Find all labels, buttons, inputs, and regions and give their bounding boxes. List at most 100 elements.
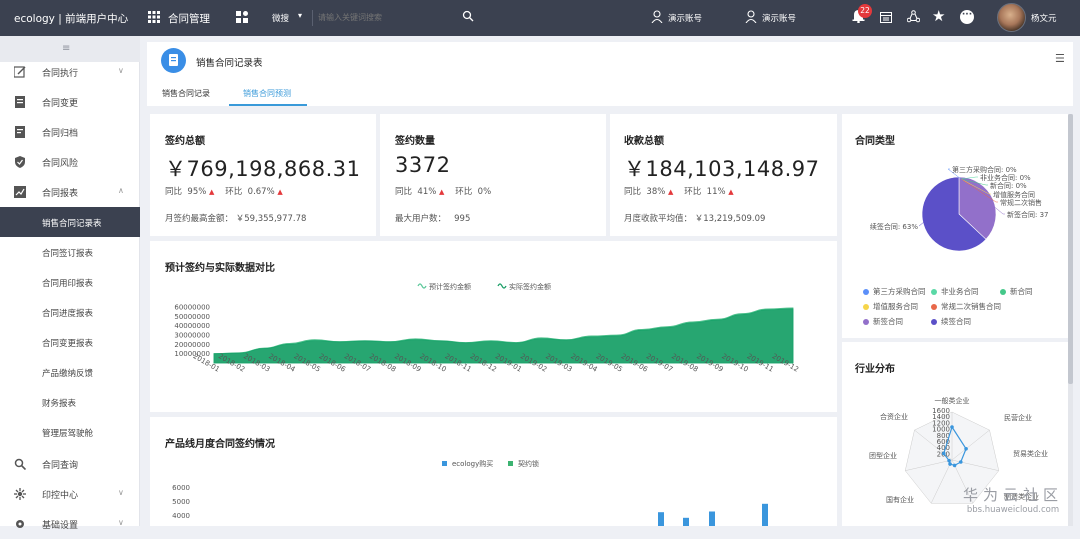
chart-icon (14, 186, 26, 198)
sidebar-subitem-label: 合同变更报表 (42, 339, 94, 349)
legend-label: 续签合同 (941, 317, 971, 326)
sidebar-subitem-label: 合同进度报表 (42, 309, 94, 319)
main-content: 销售合同记录表 ☰ 销售合同记录 销售合同预测 签约总额 ￥769,198,86… (147, 42, 1073, 526)
kpi-footer-label: 月度收款平均值： (624, 214, 693, 224)
username[interactable]: 杨文元 (1031, 12, 1057, 24)
sidebar-subitem-seal-report[interactable]: 合同用印报表 (0, 267, 140, 297)
kpi-trend: 同比 95% ▲ 环比 0.67% ▲ (165, 185, 283, 197)
sidebar-subitem-progress-report[interactable]: 合同进度报表 (0, 297, 140, 327)
user-icon[interactable] (651, 10, 663, 26)
sidebar-subitem-change-report[interactable]: 合同变更报表 (0, 327, 140, 357)
yoy-label: 同比 (165, 187, 183, 197)
legend-item[interactable]: 续签合同 (931, 316, 971, 327)
kpi-trend: 同比 38% ▲ 环比 11% ▲ (624, 185, 734, 197)
watermark-url: bbs.huaweicloud.com (966, 505, 1060, 515)
calendar-icon[interactable] (880, 11, 892, 26)
menu-toggle-icon[interactable]: ≡ (62, 43, 70, 54)
legend-dot-icon (863, 304, 869, 310)
kpi-value: 3372 (395, 153, 451, 177)
bar (709, 511, 715, 526)
mom-value: 11% (706, 187, 726, 197)
search-input[interactable] (318, 9, 458, 25)
sidebar-subitem-product-feedback[interactable]: 产品缴纳反馈 (0, 357, 140, 387)
y-tick-label: 50000000 (174, 313, 210, 321)
sidebar-subitem-management-cockpit[interactable]: 管理层驾驶舱 (0, 417, 140, 447)
legend-label: 新签合同 (873, 317, 903, 326)
legend-item[interactable]: 增值服务合同 (863, 301, 918, 312)
radar-point (947, 458, 951, 463)
chevron-down-icon[interactable]: ▾ (298, 11, 302, 20)
trend-up-icon: ▲ (728, 188, 734, 196)
sidebar-subitem-finance-report[interactable]: 财务报表 (0, 387, 140, 417)
sidebar-subitem-label: 合同签订报表 (42, 249, 94, 259)
avatar[interactable] (997, 3, 1026, 32)
user-icon[interactable] (745, 10, 757, 26)
tab-sales-forecast[interactable]: 销售合同预测 (243, 88, 291, 99)
y-tick-label: 6000 (172, 484, 190, 492)
kpi-card-sign-amount: 签约总额 ￥769,198,868.31 同比 95% ▲ 环比 0.67% ▲… (150, 114, 376, 236)
sidebar-item-contract-query[interactable]: 合同查询 (0, 449, 140, 479)
sidebar-subitem-sales-record[interactable]: 销售合同记录表 (0, 207, 140, 237)
sidebar-item-contract-change[interactable]: 合同变更 (0, 87, 140, 117)
yoy-label: 同比 (624, 187, 642, 197)
sidebar: ≡ 合同执行 ∨ 合同变更 合同归档 合同风险 合同报表 ∧ 销售合同记录表 合… (0, 36, 140, 531)
app-switch-icon[interactable] (236, 11, 248, 26)
brand-title[interactable]: ecology | 前端用户中心 (14, 11, 128, 26)
trend-up-icon: ▲ (439, 188, 445, 196)
radar-indicator-label: 民营企业 (1004, 413, 1032, 422)
kpi-footer-label: 最大用户数： (395, 214, 447, 224)
sidebar-item-label: 合同变更 (42, 99, 79, 109)
star-icon[interactable]: ★ (932, 7, 945, 25)
module-title[interactable]: 合同管理 (168, 11, 210, 26)
search-scope-select[interactable]: 微搜 (272, 12, 289, 24)
page-icon (161, 48, 186, 73)
kpi-title: 签约总额 (165, 136, 205, 147)
kpi-value: ￥769,198,868.31 (165, 157, 361, 181)
scrollbar-thumb[interactable] (1068, 114, 1073, 384)
y-tick-label: 40000000 (174, 322, 210, 330)
sidebar-item-contract-execution[interactable]: 合同执行 ∨ (0, 57, 140, 87)
sidebar-item-label: 合同归档 (42, 129, 79, 139)
sidebar-subitem-label: 管理层驾驶舱 (42, 429, 94, 439)
legend-dot-icon (863, 319, 869, 325)
sidebar-subitem-label: 销售合同记录表 (42, 219, 102, 229)
legend-item[interactable]: 第三方采购合同 (863, 286, 926, 297)
chevron-down-icon: ∨ (118, 66, 124, 75)
search-icon[interactable] (462, 10, 474, 25)
kpi-footer-label: 月签约最高金额： (165, 214, 234, 224)
sidebar-item-contract-risk[interactable]: 合同风险 (0, 147, 140, 177)
kpi-card-payment-amount: 收款总额 ￥184,103,148.97 同比 38% ▲ 环比 11% ▲ 月… (610, 114, 837, 236)
sidebar-item-contract-archive[interactable]: 合同归档 (0, 117, 140, 147)
legend-item[interactable]: 非业务合同 (931, 286, 979, 297)
sidebar-subitem-signing-report[interactable]: 合同签订报表 (0, 237, 140, 267)
share-icon[interactable] (906, 10, 921, 26)
sidebar-item-seal-center[interactable]: 印控中心 ∨ (0, 479, 140, 509)
pie-label: 增值服务合同 (993, 190, 1035, 199)
yoy-value: 95% (187, 187, 207, 197)
sidebar-item-contract-reports[interactable]: 合同报表 ∧ (0, 177, 140, 207)
scrollbar[interactable] (1068, 114, 1073, 526)
radar-point (964, 446, 968, 451)
legend-item[interactable]: 新合同 (1000, 286, 1033, 297)
mom-label: 环比 (225, 187, 243, 197)
demo-account-2[interactable]: 演示账号 (762, 12, 796, 24)
demo-account-1[interactable]: 演示账号 (668, 12, 702, 24)
legend-dot-icon (863, 289, 869, 295)
kpi-card-sign-count: 签约数量 3372 同比 41% ▲ 环比 0% 最大用户数： 995 (380, 114, 606, 236)
watermark-title: 华为云社区 (962, 486, 1063, 504)
legend-dot-icon (931, 289, 937, 295)
list-menu-icon[interactable]: ☰ (1055, 52, 1065, 65)
product-line-monthly-card: 产品线月度合同签约情况 ecology购买 契约锁 6000 5000 4000 (150, 417, 837, 526)
y-tick-label: 4000 (172, 512, 190, 520)
y-tick-label: 5000 (172, 498, 190, 506)
radar-indicator-label: 国有企业 (886, 495, 914, 504)
tab-sales-record[interactable]: 销售合同记录 (162, 88, 210, 99)
legend-item[interactable]: 常规二次销售合同 (931, 301, 1001, 312)
legend-item[interactable]: 新签合同 (863, 316, 903, 327)
chat-icon[interactable]: ··· (960, 10, 974, 24)
legend-label: 常规二次销售合同 (941, 302, 1001, 311)
sidebar-item-basic-settings[interactable]: 基础设置 ∨ (0, 509, 140, 539)
y-tick-label: 20000000 (174, 341, 210, 349)
apps-grid-icon[interactable] (148, 11, 160, 23)
trend-up-icon: ▲ (668, 188, 674, 196)
